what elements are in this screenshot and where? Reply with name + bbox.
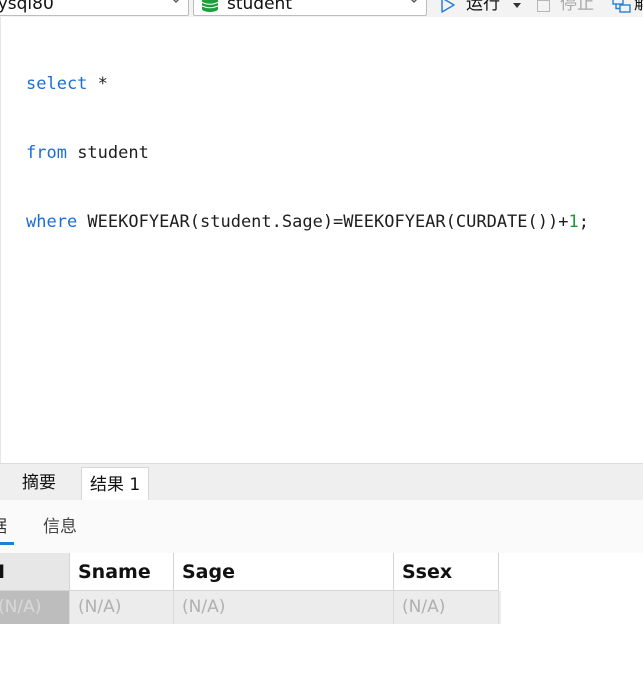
sql-code[interactable]: select * from student where WEEKOFYEAR(s…	[26, 27, 589, 280]
dropdown-caret-icon[interactable]	[513, 3, 521, 8]
sql-text: student	[66, 143, 149, 163]
query-toolbar: lysql80 student 运行 停止 解	[0, 0, 643, 17]
result-tab-bar: 摘要 结果 1	[0, 463, 643, 501]
sql-text: ;	[578, 212, 589, 232]
table-cell[interactable]: (N/A)	[0, 591, 70, 624]
database-value: student	[227, 0, 292, 14]
sql-keyword: from	[26, 143, 67, 163]
chevron-down-icon	[411, 0, 417, 3]
subtab-info[interactable]: 信息	[43, 515, 77, 539]
table-cell[interactable]: (N/A)	[174, 591, 394, 624]
tab-summary[interactable]: 摘要	[14, 464, 64, 501]
table-cell[interactable]: (N/A)	[70, 591, 174, 624]
explain-button[interactable]: 解	[612, 0, 643, 16]
sql-keyword: where	[26, 212, 78, 232]
sql-number: 1	[568, 212, 579, 232]
explain-icon	[612, 0, 631, 13]
tab-result-1[interactable]: 结果 1	[81, 467, 150, 501]
chevron-down-icon	[173, 0, 179, 3]
database-select[interactable]: student	[193, 0, 427, 16]
table-row[interactable]: (N/A) (N/A) (N/A) (N/A)	[0, 591, 501, 624]
database-icon	[201, 0, 219, 12]
run-label: 运行	[466, 0, 500, 14]
explain-label: 解	[634, 0, 643, 14]
column-header[interactable]: I	[0, 553, 70, 591]
connection-select[interactable]: lysql80	[0, 0, 189, 16]
column-header[interactable]: Sage	[174, 553, 394, 591]
connection-value: lysql80	[0, 0, 54, 14]
table-cell[interactable]: (N/A)	[394, 591, 499, 624]
column-header[interactable]: Ssex	[394, 553, 499, 591]
sql-text: WEEKOFYEAR(student.Sage)=WEEKOFYEAR(CURD…	[77, 212, 569, 232]
run-button[interactable]: 运行	[440, 0, 526, 16]
code-line: where WEEKOFYEAR(student.Sage)=WEEKOFYEA…	[26, 211, 589, 234]
play-icon	[441, 0, 455, 13]
sql-editor[interactable]: select * from student where WEEKOFYEAR(s…	[0, 17, 643, 463]
active-tab-underline	[0, 542, 14, 545]
sql-keyword: select	[26, 74, 88, 94]
stop-label: 停止	[560, 0, 594, 14]
stop-icon	[537, 0, 550, 12]
stop-button[interactable]: 停止	[537, 0, 597, 16]
code-line: select *	[26, 73, 589, 96]
subtab-data-label: 据	[0, 517, 7, 537]
subtab-data[interactable]: 据	[0, 515, 14, 545]
result-subtab-bar: 据 信息	[0, 500, 643, 553]
sql-text: *	[87, 74, 108, 94]
column-header[interactable]: Sname	[70, 553, 174, 591]
code-line: from student	[26, 142, 589, 165]
